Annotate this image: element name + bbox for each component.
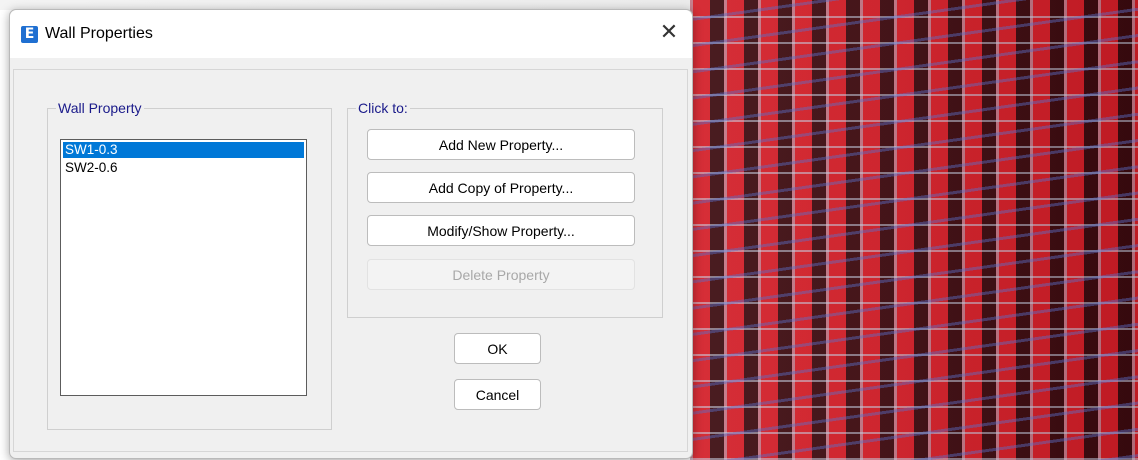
- add-new-property-button[interactable]: Add New Property...: [367, 129, 635, 160]
- modify-show-property-button[interactable]: Modify/Show Property...: [367, 215, 635, 246]
- dialog-titlebar[interactable]: E Wall Properties ✕: [10, 10, 692, 58]
- wall-property-list[interactable]: SW1-0.3 SW2-0.6: [60, 139, 307, 396]
- list-item[interactable]: SW2-0.6: [63, 160, 304, 176]
- wall-properties-dialog: E Wall Properties ✕ Wall Property Click …: [9, 9, 693, 459]
- cancel-button[interactable]: Cancel: [454, 379, 541, 410]
- model-3d-viewport[interactable]: [690, 0, 1138, 460]
- dialog-title: Wall Properties: [45, 25, 153, 42]
- click-to-legend: Click to:: [358, 100, 408, 116]
- list-item[interactable]: SW1-0.3: [63, 142, 304, 158]
- etabs-app-icon: E: [21, 26, 38, 43]
- close-icon[interactable]: ✕: [646, 14, 692, 52]
- delete-property-button: Delete Property: [367, 259, 635, 290]
- add-copy-of-property-button[interactable]: Add Copy of Property...: [367, 172, 635, 203]
- ok-button[interactable]: OK: [454, 333, 541, 364]
- wall-property-legend: Wall Property: [58, 100, 142, 116]
